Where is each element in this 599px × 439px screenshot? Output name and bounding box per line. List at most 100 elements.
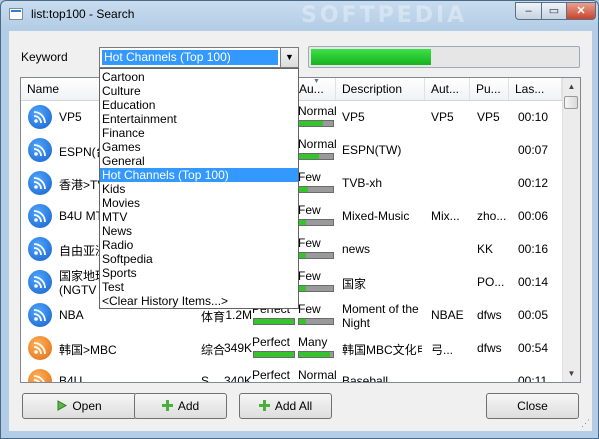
audience-label: Many [298,335,328,349]
softpedia-watermark: SOFTPEDIA [301,3,468,28]
channel-publisher: KK [477,242,494,256]
add-all-button[interactable]: Add All [239,393,332,419]
channel-publisher: VP5 [477,110,500,124]
dropdown-option[interactable]: Test [100,280,298,294]
channel-last: 00:12 [518,176,549,190]
audience-label: Few [298,269,321,283]
column-header-5[interactable]: Description [336,78,425,100]
channel-description: 韩国MBC文化电视台 [342,343,422,357]
dropdown-option[interactable]: MTV [100,210,298,224]
channel-description: Mixed-Music [342,209,410,223]
search-progress-bar [308,46,580,68]
channel-name: NBA [59,308,84,322]
progress-fill [311,49,431,65]
audience-label: Normal [298,104,337,118]
column-header-8[interactable]: Las... [509,78,562,100]
open-button[interactable]: Open [22,393,137,419]
quality-label: Perfect [252,368,291,382]
quality-label: Perfect [252,335,291,349]
chevron-down-icon[interactable]: ▼ [280,48,298,67]
play-icon [57,395,68,419]
rss-feed-icon [28,336,52,360]
audience-label: Few [298,302,321,316]
resize-grip-icon[interactable]: ⋰ [581,418,590,429]
dropdown-option[interactable]: Finance [100,126,298,140]
channel-description: Baseball [342,374,389,383]
channel-last: 00:14 [518,275,549,289]
keyword-combobox[interactable]: Hot Channels (Top 100) ▼ [99,47,299,68]
channel-last: 00:05 [518,308,549,322]
channel-author: 弓... [431,343,454,357]
channel-description: 国家 [342,277,367,291]
audience-label: Normal [298,137,337,151]
channel-bitrate: 1.2M [225,308,252,322]
search-window: list:top100 - Search SOFTPEDIA – ▭ ✕ Key… [0,0,599,439]
channel-last: 00:06 [518,209,549,223]
dropdown-option[interactable]: Cartoon [100,70,298,84]
table-row[interactable]: 韩国>MBC综合349KPerfectMany韩国MBC文化电视台弓...dfw… [21,332,562,365]
minimize-button[interactable]: – [515,2,542,20]
close-button[interactable]: Close [486,393,579,419]
audience-label: Few [298,170,321,184]
audience-bar [298,318,334,325]
table-row[interactable]: B4U S 340K Perfect Normal Baseball 00:11 [21,365,562,383]
sort-arrow-icon: ▼ [313,78,320,85]
audience-bar [298,285,334,292]
quality-bar [253,351,295,358]
channel-last: 00:11 [518,374,548,383]
audience-bar [298,120,334,127]
scroll-up-icon[interactable]: ▲ [563,78,580,95]
channel-bitrate: 340K [223,374,252,383]
column-header-6[interactable]: Aut... [425,78,470,100]
rss-feed-icon [28,171,52,195]
dropdown-option[interactable]: Radio [100,238,298,252]
audience-label: Few [298,203,321,217]
channel-description: TVB-xh [342,176,383,190]
window-title: list:top100 - Search [31,7,135,21]
rss-feed-icon [28,204,52,228]
dropdown-option[interactable]: Kids [100,182,298,196]
audience-label: Few [298,236,321,250]
audience-bar [298,186,334,193]
column-header-7[interactable]: Pu... [470,78,509,100]
channel-description: VP5 [342,110,365,124]
keyword-value[interactable]: Hot Channels (Top 100) [102,50,278,65]
client-area: Keyword Hot Channels (Top 100) ▼ Name Au.… [9,31,592,431]
audience-bar [298,219,334,226]
channel-last: 00:07 [518,143,549,157]
open-button-label: Open [72,399,102,413]
dropdown-option[interactable]: Softpedia [100,252,298,266]
add-button[interactable]: Add [134,393,227,419]
dropdown-option[interactable]: Entertainment [100,112,298,126]
add-all-button-label: Add All [274,399,313,413]
window-app-icon [9,8,23,20]
close-window-button[interactable]: ✕ [566,2,596,20]
dropdown-option[interactable]: Games [100,140,298,154]
audience-label: Normal [298,368,337,382]
keyword-dropdown-list[interactable]: Cartoon Culture Education Entertainment Fina… [99,68,299,309]
audience-bar [298,153,334,160]
title-bar[interactable]: list:top100 - Search SOFTPEDIA – ▭ ✕ [1,1,598,29]
dropdown-option[interactable]: General [100,154,298,168]
dropdown-option[interactable]: <Clear History Items...> [100,294,298,308]
dropdown-option[interactable]: Education [100,98,298,112]
channel-author: VP5 [431,110,454,124]
dropdown-option[interactable]: Movies [100,196,298,210]
rss-feed-icon [28,237,52,261]
channel-bitrate: 349K [223,341,252,355]
vertical-scrollbar[interactable]: ▲ ▼ [562,78,580,382]
dropdown-option[interactable]: News [100,224,298,238]
dropdown-option[interactable]: Sports [100,266,298,280]
maximize-button[interactable]: ▭ [541,2,567,20]
channel-last: 00:54 [518,341,549,355]
channel-publisher: zho... [477,209,507,223]
scroll-down-icon[interactable]: ▼ [563,365,580,382]
add-button-label: Add [177,399,200,413]
channel-name: B4U [59,374,83,383]
dropdown-option[interactable]: Hot Channels (Top 100) [100,168,298,182]
rss-feed-icon [28,369,52,382]
dropdown-option[interactable]: Culture [100,84,298,98]
channel-last: 00:10 [518,110,549,124]
plus-icon [161,395,173,419]
scroll-thumb[interactable] [564,96,578,109]
